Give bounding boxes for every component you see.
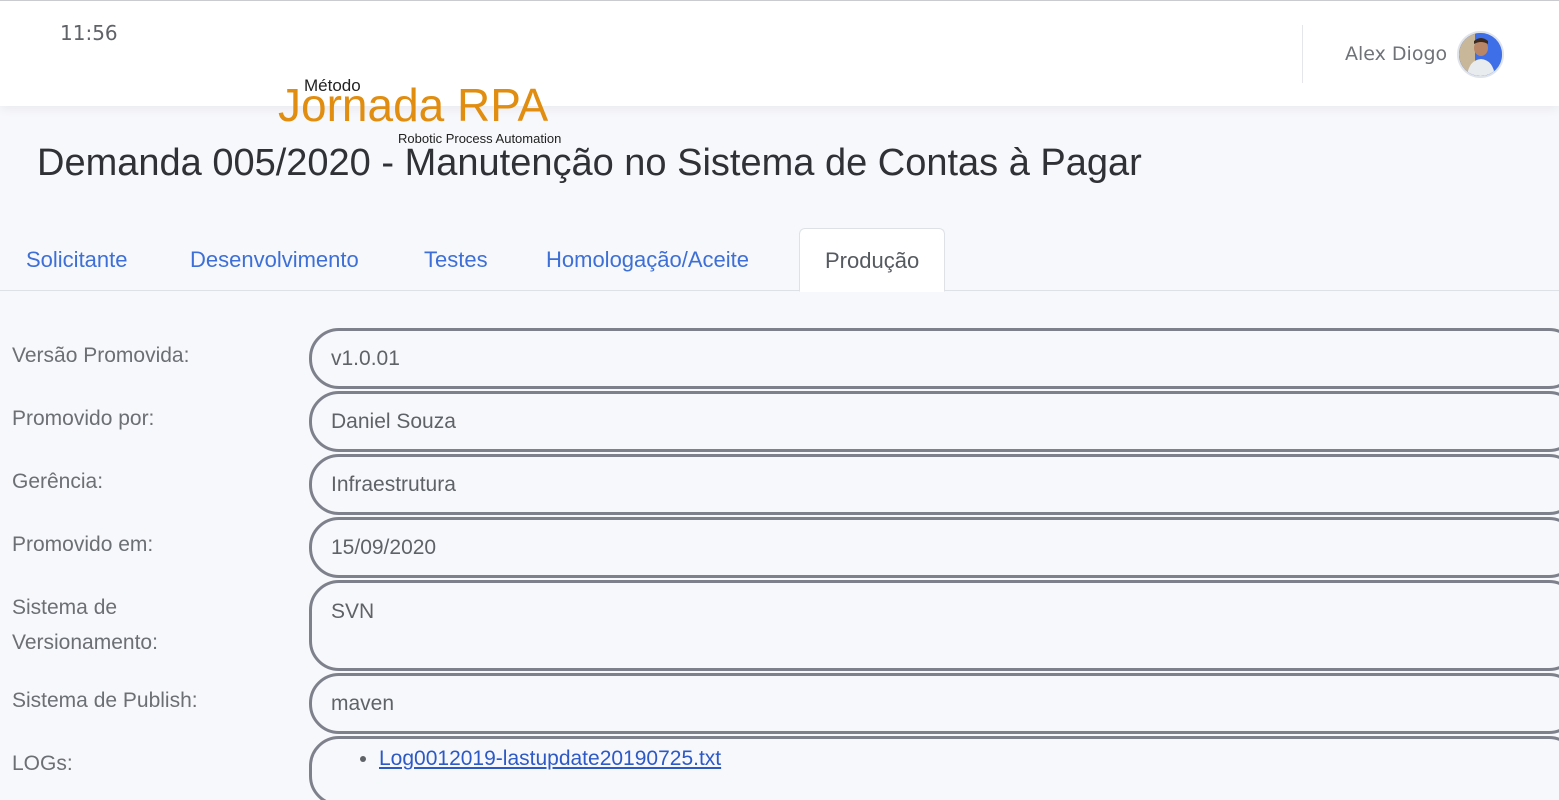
gerencia-label: Gerência: <box>12 470 104 493</box>
page-title: Demanda 005/2020 - Manutenção no Sistema… <box>37 142 1142 184</box>
promovido-em-field[interactable] <box>309 517 1559 578</box>
log-list-item: Log0012019-lastupdate20190725.txt <box>379 743 1559 775</box>
versao-field[interactable] <box>309 328 1559 389</box>
logo: Método Jornada RPA Robotic Process Autom… <box>278 74 588 148</box>
tab-solicitante[interactable]: Solicitante <box>26 228 128 291</box>
publish-field[interactable] <box>309 673 1559 734</box>
avatar[interactable] <box>1457 31 1504 78</box>
user-divider <box>1302 25 1303 83</box>
tab-homologacao-aceite[interactable]: Homologação/Aceite <box>546 228 749 291</box>
tab-testes[interactable]: Testes <box>424 228 488 291</box>
promovido-por-input[interactable] <box>331 394 1559 449</box>
versionamento-field[interactable]: SVN <box>309 580 1559 671</box>
tab-bar: Solicitante Desenvolvimento Testes Homol… <box>0 228 1559 292</box>
publish-input[interactable] <box>331 676 1559 731</box>
logs-label: LOGs: <box>12 752 73 775</box>
user-photo-icon <box>1459 33 1502 76</box>
promovido-por-label: Promovido por: <box>12 407 155 430</box>
versao-input[interactable] <box>331 331 1559 386</box>
gerencia-field[interactable] <box>309 454 1559 515</box>
top-bar: 11:56 Alex Diogo <box>0 0 1559 106</box>
versao-label: Versão Promovida: <box>12 344 190 367</box>
logs-field: Log0012019-lastupdate20190725.txt <box>309 736 1559 800</box>
promovido-por-field[interactable] <box>309 391 1559 452</box>
versionamento-label: Sistema de Versionamento: <box>12 590 158 660</box>
promovido-em-input[interactable] <box>331 520 1559 575</box>
gerencia-input[interactable] <box>331 457 1559 512</box>
tab-desenvolvimento[interactable]: Desenvolvimento <box>190 228 359 291</box>
clock: 11:56 <box>60 21 118 45</box>
versionamento-value[interactable]: SVN <box>331 594 1559 630</box>
tab-producao[interactable]: Produção <box>799 228 946 292</box>
versionamento-label-line2: Versionamento: <box>12 631 158 654</box>
user-name[interactable]: Alex Diogo <box>1345 43 1447 65</box>
promovido-em-label: Promovido em: <box>12 533 154 556</box>
versionamento-label-line1: Sistema de <box>12 596 118 619</box>
publish-label: Sistema de Publish: <box>12 689 198 712</box>
logo-main-text: Jornada RPA <box>278 79 549 131</box>
log-file-link[interactable]: Log0012019-lastupdate20190725.txt <box>379 747 721 770</box>
logs-list: Log0012019-lastupdate20190725.txt <box>331 743 1559 775</box>
